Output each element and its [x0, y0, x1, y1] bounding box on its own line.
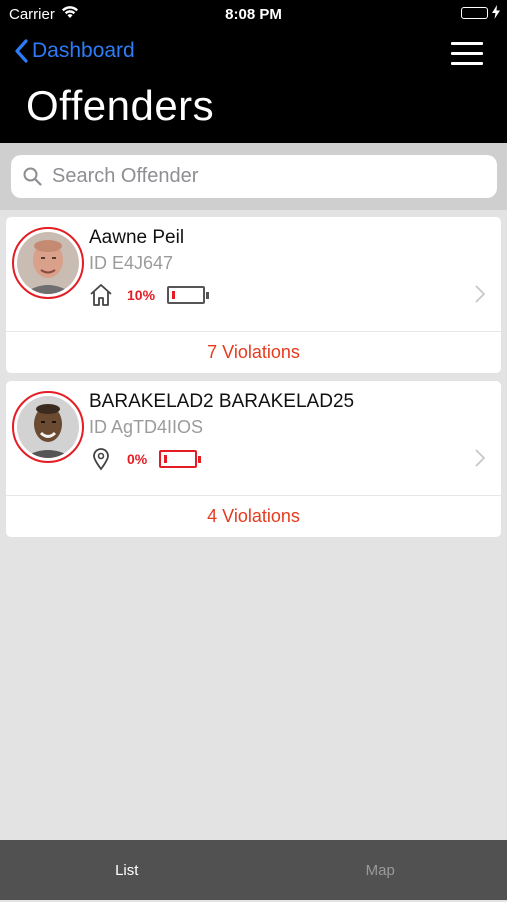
home-icon	[89, 283, 113, 307]
chevron-left-icon	[14, 39, 28, 63]
offender-card[interactable]: Aawne Peil ID E4J647 10% 7 Violations	[6, 217, 501, 373]
device-battery-gauge	[167, 286, 205, 304]
offender-status-row: 10%	[89, 283, 205, 307]
avatar	[12, 391, 84, 463]
offender-name: Aawne Peil	[89, 227, 184, 249]
device-battery-percent: 10%	[127, 287, 155, 303]
offender-id: ID E4J647	[89, 253, 173, 274]
status-bar: Carrier 8:08 PM	[0, 0, 507, 30]
tab-list[interactable]: List	[0, 840, 254, 900]
tab-bar: List Map	[0, 840, 507, 900]
violations-link[interactable]: 7 Violations	[6, 332, 501, 373]
violations-link[interactable]: 4 Violations	[6, 496, 501, 537]
offender-card[interactable]: BARAKELAD2 BARAKELAD25 ID AgTD4IIOS 0% 4…	[6, 381, 501, 537]
offender-summary[interactable]: BARAKELAD2 BARAKELAD25 ID AgTD4IIOS 0%	[6, 381, 501, 495]
back-button-label: Dashboard	[32, 39, 135, 63]
navigation-bar: Dashboard Offenders	[0, 30, 507, 143]
offender-summary[interactable]: Aawne Peil ID E4J647 10%	[6, 217, 501, 331]
status-time: 8:08 PM	[0, 6, 507, 23]
device-battery-icon	[461, 7, 488, 19]
tab-map[interactable]: Map	[254, 840, 507, 900]
search-input[interactable]	[50, 164, 474, 189]
chevron-right-icon	[475, 449, 485, 467]
page-title: Offenders	[26, 82, 214, 130]
avatar	[12, 227, 84, 299]
device-battery-percent: 0%	[127, 451, 147, 467]
search-area	[0, 143, 507, 210]
device-battery-gauge	[159, 450, 197, 468]
charging-bolt-icon	[492, 5, 500, 23]
search-field[interactable]	[11, 155, 497, 198]
offender-id: ID AgTD4IIOS	[89, 417, 203, 438]
location-pin-icon	[89, 447, 113, 471]
chevron-right-icon	[475, 285, 485, 303]
offender-status-row: 0%	[89, 447, 197, 471]
hamburger-menu-icon[interactable]	[451, 42, 483, 66]
search-icon	[23, 167, 42, 186]
back-button[interactable]: Dashboard	[14, 39, 135, 63]
offender-name: BARAKELAD2 BARAKELAD25	[89, 391, 354, 413]
